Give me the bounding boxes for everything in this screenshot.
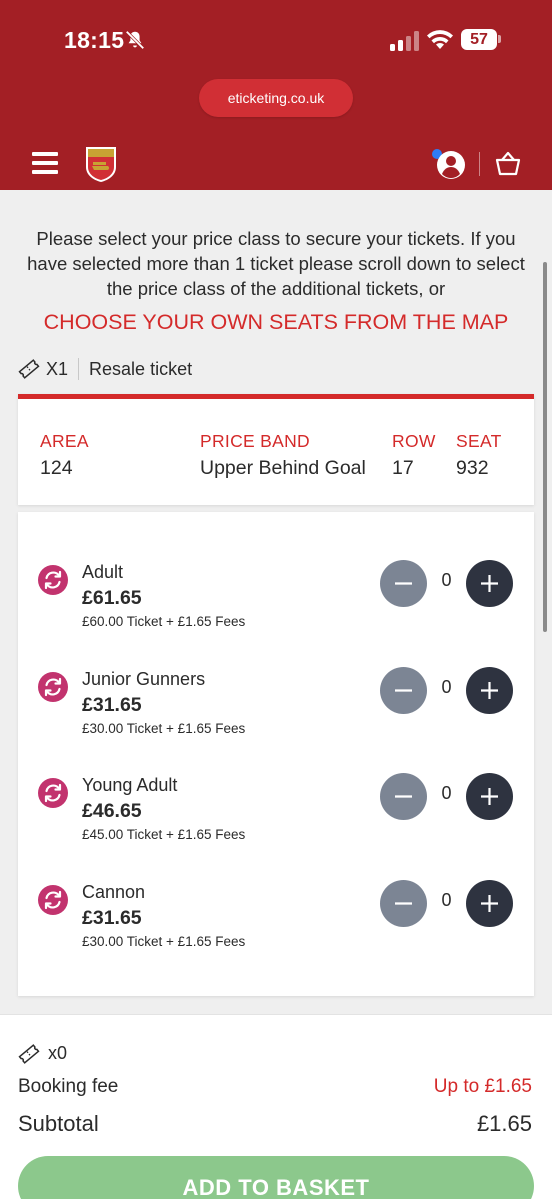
seat-value: 932 (456, 457, 489, 479)
price-class-price: £31.65 (82, 694, 142, 716)
scrollbar[interactable] (543, 262, 547, 632)
decrease-button[interactable] (380, 667, 427, 714)
resale-icon (38, 778, 68, 808)
price-class-breakdown: £60.00 Ticket + £1.65 Fees (82, 614, 246, 629)
minus-icon (395, 902, 412, 905)
row-value: 17 (392, 457, 414, 479)
subtotal-label: Subtotal (18, 1111, 99, 1136)
increase-button[interactable] (466, 560, 513, 607)
increase-button[interactable] (466, 880, 513, 927)
increase-button[interactable] (466, 667, 513, 714)
row-label: ROW (392, 431, 436, 451)
resale-icon (38, 885, 68, 915)
booking-fee-value: Up to £1.65 (433, 1076, 532, 1097)
price-class-breakdown: £30.00 Ticket + £1.65 Fees (82, 721, 246, 736)
quantity-value: 0 (441, 677, 452, 697)
subtotal-value: £1.65 (476, 1111, 532, 1136)
ticket-icon (18, 359, 40, 379)
quantity-value: 0 (441, 570, 452, 590)
minus-icon (395, 689, 412, 692)
bell-muted-icon (125, 30, 145, 50)
minus-icon (395, 795, 412, 798)
ticket-summary: X1 Resale ticket (18, 356, 192, 382)
price-band-value: Upper Behind Goal (200, 457, 366, 479)
price-class-name: Cannon (82, 882, 146, 902)
booking-fee-label: Booking fee (18, 1076, 119, 1097)
choose-seats-link[interactable]: CHOOSE YOUR OWN SEATS FROM THE MAP (0, 310, 552, 335)
area-value: 124 (40, 457, 73, 479)
decrease-button[interactable] (380, 560, 427, 607)
price-class-price: £46.65 (82, 800, 142, 822)
club-crest-logo[interactable] (84, 145, 118, 183)
price-class-name: Adult (82, 562, 124, 582)
instructions-text: Please select your price class to secure… (27, 228, 525, 299)
price-class-row: Junior Gunners £31.65 £30.00 Ticket + £1… (18, 667, 534, 749)
seat-details-card: AREA 124 PRICE BAND Upper Behind Goal RO… (18, 394, 534, 505)
plus-icon (481, 575, 498, 592)
signal-icon (390, 31, 419, 51)
resale-icon (38, 565, 68, 595)
price-class-row: Cannon £31.65 £30.00 Ticket + £1.65 Fees… (18, 880, 534, 962)
increase-button[interactable] (466, 773, 513, 820)
area-label: AREA (40, 431, 89, 451)
account-icon[interactable] (436, 150, 466, 180)
basket-icon[interactable] (494, 150, 522, 178)
wifi-icon (427, 30, 453, 49)
plus-icon (481, 682, 498, 699)
price-class-price: £61.65 (82, 587, 142, 609)
menu-icon[interactable] (32, 152, 58, 174)
price-class-price: £31.65 (82, 907, 142, 929)
seat-label: SEAT (456, 431, 502, 451)
price-class-row: Young Adult £46.65 £45.00 Ticket + £1.65… (18, 773, 534, 855)
battery-indicator: 57 (461, 29, 497, 50)
minus-icon (395, 582, 412, 585)
decrease-button[interactable] (380, 773, 427, 820)
price-class-list: Adult £61.65 £60.00 Ticket + £1.65 Fees … (18, 512, 534, 996)
meta-divider (78, 358, 80, 380)
price-class-name: Young Adult (82, 775, 178, 795)
nav-divider (479, 152, 480, 176)
add-to-basket-button[interactable]: ADD TO BASKET (18, 1156, 534, 1199)
decrease-button[interactable] (380, 880, 427, 927)
ticket-count: X1 (46, 358, 69, 379)
ticket-type: Resale ticket (89, 358, 193, 379)
top-bar: 18:15 57 eticketing.co.uk (0, 0, 552, 190)
resale-icon (38, 672, 68, 702)
price-class-row: Adult £61.65 £60.00 Ticket + £1.65 Fees … (18, 560, 534, 642)
battery-nub (498, 35, 501, 43)
plus-icon (481, 788, 498, 805)
price-class-breakdown: £45.00 Ticket + £1.65 Fees (82, 827, 246, 842)
price-class-name: Junior Gunners (82, 669, 206, 689)
basket-ticket-count: x0 (48, 1043, 68, 1063)
url-bar[interactable]: eticketing.co.uk (199, 79, 353, 117)
price-band-label: PRICE BAND (200, 431, 310, 451)
quantity-value: 0 (441, 783, 452, 803)
basket-footer: x0 Booking fee Up to £1.65 Subtotal £1.6… (0, 1014, 552, 1199)
ticket-icon (18, 1044, 40, 1064)
quantity-value: 0 (441, 890, 452, 910)
status-time: 18:15 (64, 27, 125, 53)
price-class-breakdown: £30.00 Ticket + £1.65 Fees (82, 934, 246, 949)
plus-icon (481, 895, 498, 912)
